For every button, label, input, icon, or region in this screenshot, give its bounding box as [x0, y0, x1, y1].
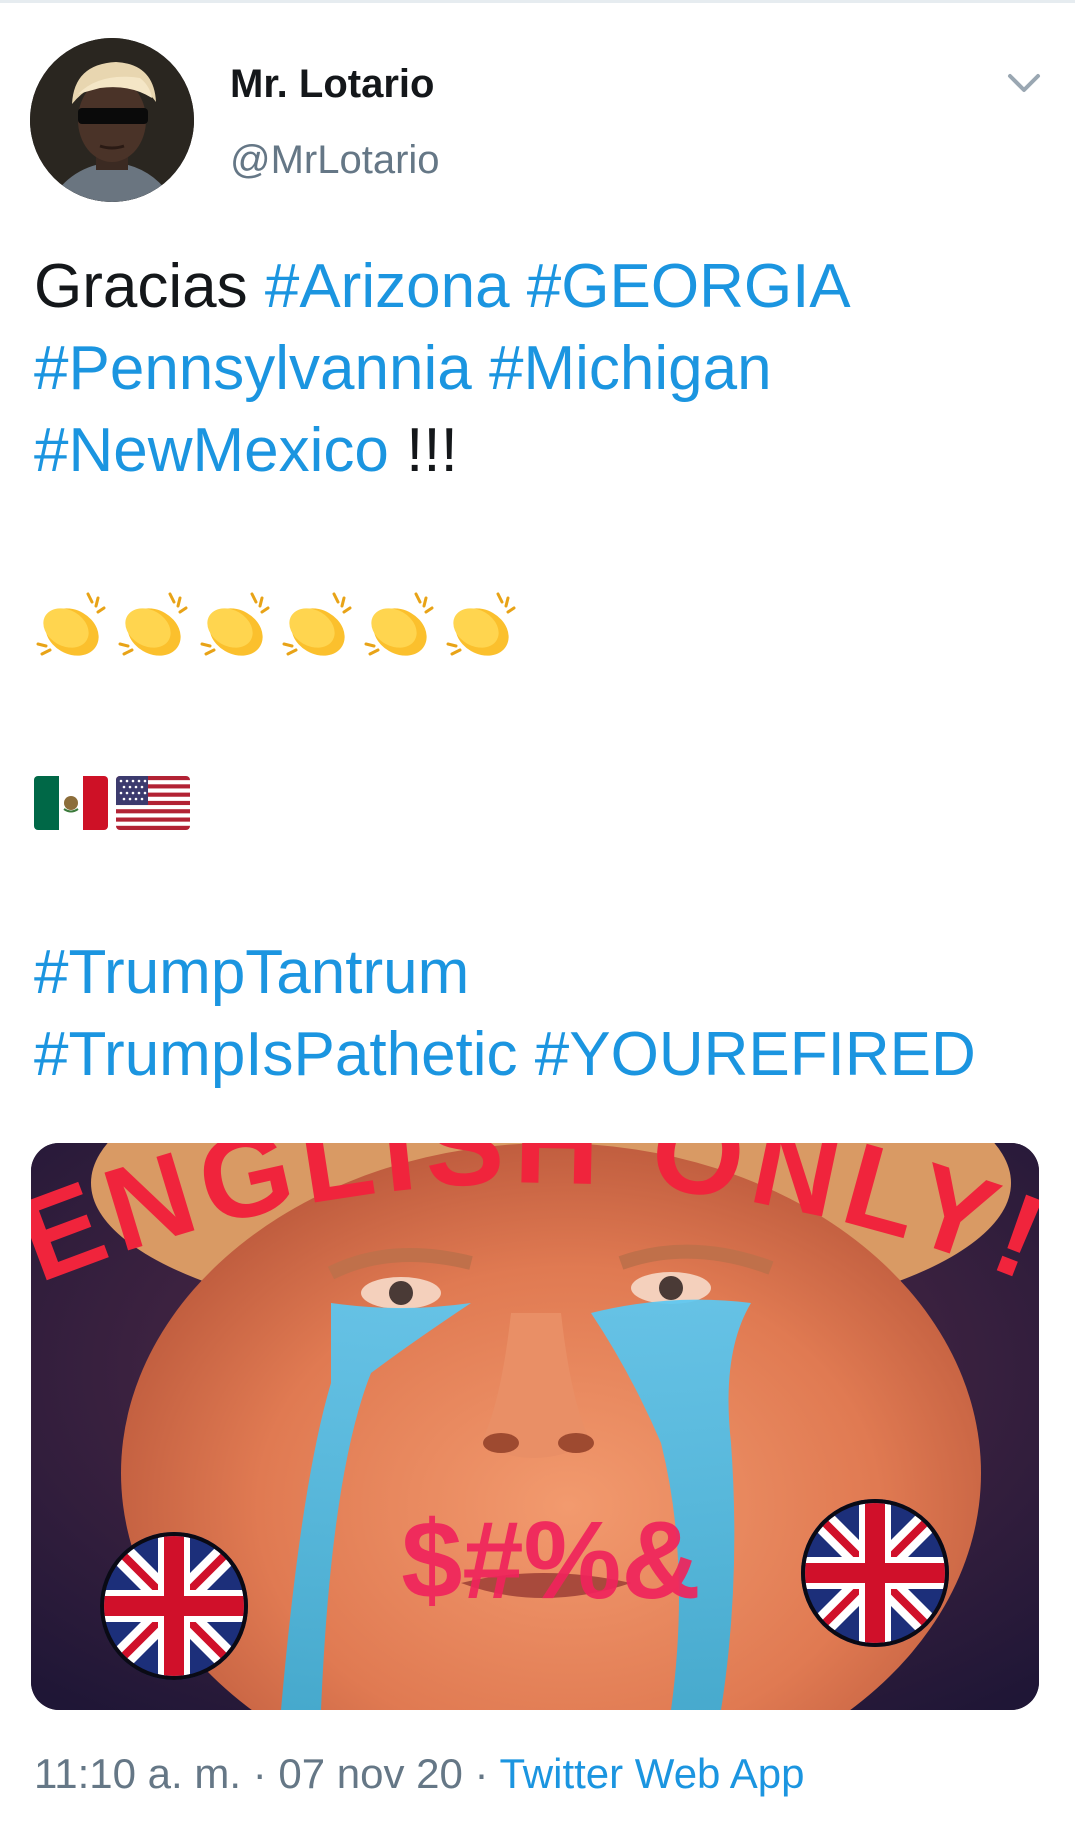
- hashtag-link[interactable]: #Pennsylvannia: [34, 334, 472, 403]
- text-exclaim: !!!: [406, 416, 458, 485]
- hashtag-link[interactable]: #TrumpIsPathetic: [34, 1020, 518, 1089]
- meme-image: ENGLISH ONLY! $#%&: [31, 1143, 1039, 1710]
- top-divider: [0, 0, 1075, 3]
- text-word: Gracias: [34, 252, 248, 321]
- clap-emoji-row: [32, 588, 520, 666]
- tweet-media-image[interactable]: ENGLISH ONLY! $#%&: [31, 1143, 1039, 1710]
- tweet-date[interactable]: 07 nov 20: [278, 1750, 463, 1797]
- chevron-down-icon[interactable]: [1006, 70, 1042, 98]
- clapping-hands-icon: [118, 592, 188, 656]
- flag-usa-icon: [116, 776, 190, 830]
- display-name[interactable]: Mr. Lotario: [230, 62, 434, 107]
- hashtag-link[interactable]: #NewMexico: [34, 416, 389, 485]
- flags-row: [34, 776, 190, 830]
- clapping-hands-icon: [446, 592, 516, 656]
- meta-separator: ·: [474, 1750, 489, 1797]
- meta-separator: ·: [252, 1750, 267, 1797]
- tweet-source-link[interactable]: Twitter Web App: [499, 1750, 804, 1797]
- avatar[interactable]: [30, 38, 194, 202]
- hashtag-link[interactable]: #GEORGIA: [527, 252, 851, 321]
- clapping-hands-icon: [364, 592, 434, 656]
- clapping-hands-icon: [200, 592, 270, 656]
- flag-mexico-icon: [34, 776, 108, 830]
- clapping-hands-icon: [282, 592, 352, 656]
- overlay-mouth-text: $#%&: [401, 1499, 701, 1622]
- hashtag-link[interactable]: #Arizona: [265, 252, 510, 321]
- hashtag-link[interactable]: #Michigan: [489, 334, 772, 403]
- hashtags-block: #TrumpTantrum #TrumpIsPathetic #YOUREFIR…: [34, 932, 1044, 1096]
- tweet-meta: 11:10 a. m. · 07 nov 20 · Twitter Web Ap…: [34, 1750, 805, 1798]
- hashtag-link[interactable]: #TrumpTantrum: [34, 938, 469, 1007]
- hashtag-link[interactable]: #YOUREFIRED: [535, 1020, 976, 1089]
- tweet-text: Gracias #Arizona #GEORGIA #Pennsylvannia…: [34, 246, 1044, 492]
- clapping-hands-icon: [36, 592, 106, 656]
- handle[interactable]: @MrLotario: [230, 138, 440, 183]
- avatar-man-sunglasses-icon: [30, 38, 194, 202]
- tweet-time[interactable]: 11:10 a. m.: [34, 1750, 241, 1797]
